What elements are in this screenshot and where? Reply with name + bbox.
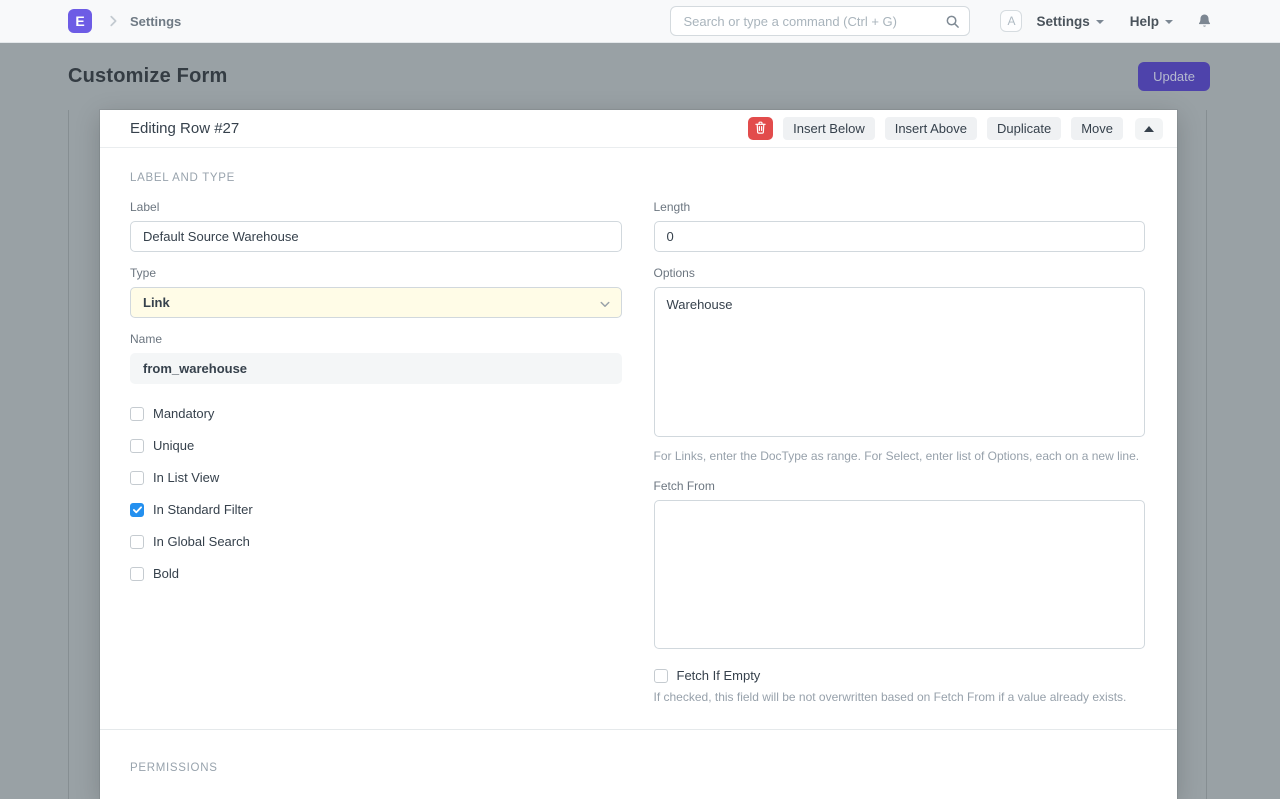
fetch-from-field-label: Fetch From	[654, 479, 1146, 493]
checkbox[interactable]	[130, 471, 144, 485]
duplicate-button[interactable]: Duplicate	[987, 117, 1061, 140]
global-search	[670, 6, 970, 36]
right-column: Length Options Warehouse For Links, ente…	[654, 200, 1146, 707]
insert-above-button[interactable]: Insert Above	[885, 117, 977, 140]
options-help-text: For Links, enter the DocType as range. F…	[654, 448, 1146, 465]
flag-label: Unique	[153, 438, 194, 453]
flags-list: Mandatory Unique In List View In Standard F…	[130, 406, 622, 581]
insert-below-button[interactable]: Insert Below	[783, 117, 875, 140]
page-column-divider-left	[68, 110, 69, 799]
editing-row-dialog: Editing Row #27 Insert Below Insert Abov…	[100, 110, 1177, 799]
label-field-label: Label	[130, 200, 622, 214]
fetch-if-empty-help-text: If checked, this field will be not overw…	[654, 689, 1146, 706]
delete-row-button[interactable]	[748, 117, 773, 140]
length-input[interactable]	[654, 221, 1146, 252]
modal-backdrop: Customize Form Update Editing Row #27 In…	[0, 43, 1280, 799]
options-field: Options Warehouse For Links, enter the D…	[654, 266, 1146, 465]
navbar-settings-label: Settings	[1036, 14, 1089, 29]
length-field-label: Length	[654, 200, 1146, 214]
checkbox[interactable]	[130, 439, 144, 453]
flag-row-in-global-search[interactable]: In Global Search	[130, 534, 622, 549]
dialog-title: Editing Row #27	[130, 120, 239, 137]
chevron-up-icon	[1144, 126, 1154, 132]
section-heading-label-and-type: LABEL AND TYPE	[130, 172, 1145, 184]
page-column-divider-right	[1206, 110, 1207, 799]
update-button[interactable]: Update	[1138, 62, 1210, 91]
length-field: Length	[654, 200, 1146, 252]
search-icon[interactable]	[945, 14, 960, 34]
search-input[interactable]	[670, 6, 970, 36]
user-avatar[interactable]: A	[1000, 10, 1022, 32]
type-field-label: Type	[130, 266, 622, 280]
options-textarea[interactable]: Warehouse	[654, 287, 1146, 437]
chevron-down-icon	[1165, 20, 1173, 24]
name-readonly-value: from_warehouse	[130, 353, 622, 384]
navbar-help-label: Help	[1130, 14, 1159, 29]
user-avatar-letter: A	[1007, 14, 1015, 28]
flag-row-in-standard-filter[interactable]: In Standard Filter	[130, 502, 622, 517]
trash-icon	[755, 121, 766, 137]
app-logo-letter: E	[75, 13, 84, 29]
section-heading-permissions: PERMISSIONS	[130, 762, 1145, 774]
app-logo[interactable]: E	[68, 9, 92, 33]
type-select[interactable]: Link	[130, 287, 622, 318]
navbar-settings-menu[interactable]: Settings	[1036, 14, 1103, 29]
section-divider	[100, 729, 1177, 730]
flag-row-unique[interactable]: Unique	[130, 438, 622, 453]
checkbox[interactable]	[130, 567, 144, 581]
fetch-if-empty-label: Fetch If Empty	[677, 668, 761, 683]
flag-label: In List View	[153, 470, 219, 485]
name-field: Name from_warehouse	[130, 332, 622, 384]
name-field-label: Name	[130, 332, 622, 346]
fetch-from-field: Fetch From	[654, 479, 1146, 654]
page-title: Customize Form	[68, 65, 227, 88]
label-input[interactable]	[130, 221, 622, 252]
notifications-bell-icon[interactable]	[1197, 13, 1212, 29]
top-navbar: E Settings A Settings Help	[0, 0, 1280, 43]
dialog-body: LABEL AND TYPE Label Type Link	[100, 148, 1177, 774]
dialog-header: Editing Row #27 Insert Below Insert Abov…	[100, 110, 1177, 148]
flag-row-in-list-view[interactable]: In List View	[130, 470, 622, 485]
fetch-from-textarea[interactable]	[654, 500, 1146, 649]
page-header: Customize Form Update	[0, 43, 1280, 110]
flag-row-bold[interactable]: Bold	[130, 566, 622, 581]
flag-row-mandatory[interactable]: Mandatory	[130, 406, 622, 421]
checkbox[interactable]	[130, 503, 144, 517]
checkbox[interactable]	[130, 407, 144, 421]
move-button[interactable]: Move	[1071, 117, 1123, 140]
options-field-label: Options	[654, 266, 1146, 280]
fetch-if-empty-checkbox-row[interactable]: Fetch If Empty	[654, 668, 1146, 683]
type-select-value: Link	[130, 287, 622, 318]
fetch-if-empty-checkbox[interactable]	[654, 669, 668, 683]
type-field: Type Link	[130, 266, 622, 318]
flag-label: In Global Search	[153, 534, 250, 549]
dialog-columns: Label Type Link Name	[130, 200, 1145, 707]
left-column: Label Type Link Name	[130, 200, 622, 707]
flag-label: Mandatory	[153, 406, 214, 421]
checkbox[interactable]	[130, 535, 144, 549]
chevron-down-icon	[1096, 20, 1104, 24]
label-field: Label	[130, 200, 622, 252]
dialog-toolbar: Insert Below Insert Above Duplicate Move	[748, 117, 1163, 140]
breadcrumb-chevron-icon	[106, 14, 120, 28]
navbar-help-menu[interactable]: Help	[1130, 14, 1173, 29]
collapse-row-button[interactable]	[1135, 118, 1163, 140]
flag-label: Bold	[153, 566, 179, 581]
flag-label: In Standard Filter	[153, 502, 253, 517]
breadcrumb-settings[interactable]: Settings	[130, 14, 181, 29]
